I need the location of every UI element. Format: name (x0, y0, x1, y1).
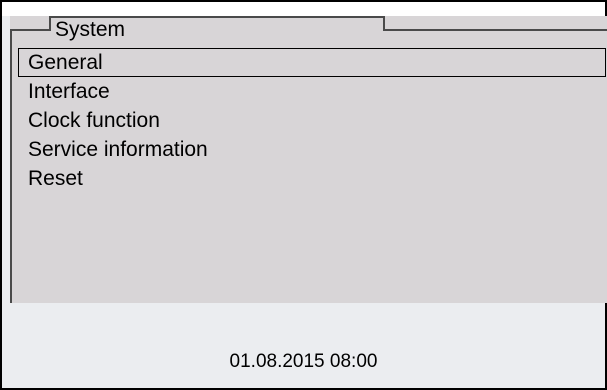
tab-system[interactable]: System (55, 17, 125, 43)
status-area (2, 303, 605, 388)
menu-item-reset[interactable]: Reset (18, 164, 606, 193)
menu-item-interface[interactable]: Interface (18, 77, 606, 106)
tab-right-ledge (383, 29, 607, 31)
menu-item-general[interactable]: General (18, 48, 606, 77)
top-strip (2, 2, 605, 16)
datetime-display: 01.08.2015 08:00 (229, 351, 378, 372)
device-screen: System General Interface Clock function … (0, 0, 607, 390)
panel-left-edge (10, 29, 12, 303)
menu-item-clock-function[interactable]: Clock function (18, 106, 606, 135)
tab-left-edge (49, 16, 51, 31)
menu-item-service-information[interactable]: Service information (18, 135, 606, 164)
system-menu: General Interface Clock function Service… (18, 48, 606, 193)
tab-left-ledge (10, 29, 50, 31)
